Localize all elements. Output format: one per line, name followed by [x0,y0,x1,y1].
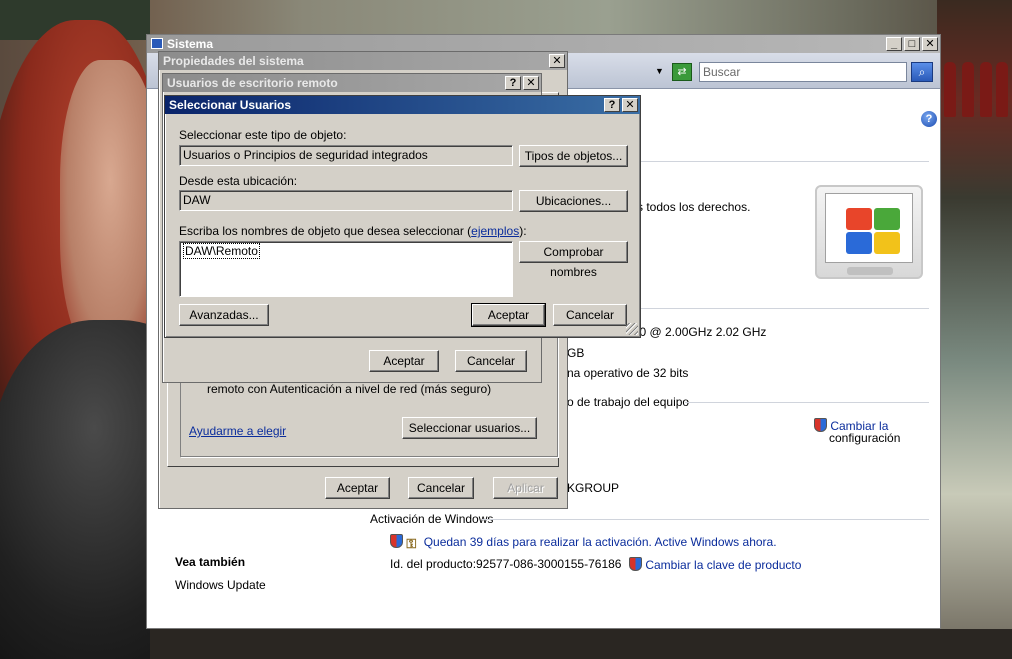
select-users-button[interactable]: Seleccionar usuarios... [402,417,537,439]
ok-button[interactable]: Aceptar [325,477,390,499]
close-button[interactable]: ✕ [523,76,539,90]
remote-desktop-users-title: Usuarios de escritorio remoto [167,76,338,90]
select-users-dialog: Seleccionar Usuarios ? ✕ Seleccionar est… [164,95,641,338]
search-input[interactable]: Buscar [699,62,907,82]
change-product-key-link[interactable]: Cambiar la clave de producto [629,557,801,572]
cancel-button[interactable]: Cancelar [455,350,527,372]
search-icon[interactable]: ⌕ [911,62,933,82]
help-me-choose-link[interactable]: Ayudarme a elegir [189,424,286,438]
ok-button[interactable]: Aceptar [369,350,439,372]
close-button[interactable]: ✕ [922,37,938,51]
divider [482,519,929,520]
system-type-text: na operativo de 32 bits [567,366,689,380]
select-users-titlebar[interactable]: Seleccionar Usuarios ? ✕ [165,96,640,114]
uac-shield-icon [629,557,642,571]
cancel-button[interactable]: Cancelar [408,477,474,499]
activation-link[interactable]: Quedan 39 días para realizar la activaci… [424,535,777,549]
resize-grip[interactable] [626,323,638,335]
product-id-label: Id. del producto: [390,557,477,571]
advanced-button[interactable]: Avanzadas... [179,304,269,326]
keys-icon: ⚿ [406,536,417,551]
divider [627,161,929,162]
windows-logo [815,185,923,279]
select-users-title: Seleccionar Usuarios [169,98,292,112]
activation-section-heading: Activación de Windows [370,512,494,526]
object-types-button[interactable]: Tipos de objetos... [519,145,628,167]
ok-button[interactable]: Aceptar [471,303,546,327]
background-floor [150,629,1012,659]
object-names-value: DAW\Remoto [183,243,260,259]
examples-link[interactable]: ejemplos [471,224,519,238]
close-button[interactable]: ✕ [622,98,638,112]
location-field: DAW [179,190,513,211]
product-id-value: 92577-086-3000155-76186 [476,557,622,571]
remote-desktop-users-titlebar[interactable]: Usuarios de escritorio remoto ? ✕ [163,74,541,92]
help-icon[interactable]: ? [921,111,937,127]
maximize-button[interactable]: □ [904,37,920,51]
address-dropdown-icon[interactable]: ▼ [655,66,664,76]
help-button[interactable]: ? [505,76,521,90]
refresh-icon[interactable]: ⇄ [672,63,692,81]
cancel-button[interactable]: Cancelar [553,304,627,326]
close-button[interactable]: ✕ [549,54,565,68]
object-type-label: Seleccionar este tipo de objeto: [179,128,347,142]
check-names-button[interactable]: Comprobar nombres [519,241,628,279]
windows-update-link[interactable]: Windows Update [175,578,266,592]
system-properties-title: Propiedades del sistema [163,54,304,68]
uac-shield-icon [814,418,827,432]
copyright-text: s todos los derechos. [637,200,751,214]
ram-text: GB [567,346,585,360]
system-icon [151,38,163,49]
activation-row[interactable]: ⚿ Quedan 39 días para realizar la activa… [390,534,777,551]
object-type-field: Usuarios o Principios de seguridad integ… [179,145,513,166]
nla-option-text: remoto con Autenticación a nivel de red … [207,382,492,396]
help-button[interactable]: ? [604,98,620,112]
minimize-button[interactable]: _ [886,37,902,51]
locations-button[interactable]: Ubicaciones... [519,190,628,212]
location-label: Desde esta ubicación: [179,174,298,188]
change-config-link-line2[interactable]: configuración [829,431,900,445]
object-names-label: Escriba los nombres de objeto que desea … [179,224,527,238]
object-names-textarea[interactable]: DAW\Remoto [179,241,513,297]
workgroup-section-heading: o de trabajo del equipo [567,395,690,409]
see-also-heading: Vea también [175,555,246,569]
divider [685,402,929,403]
workgroup-value: KGROUP [567,481,620,495]
security-shield-icon [390,534,403,548]
system-properties-titlebar[interactable]: Propiedades del sistema ✕ [159,52,567,70]
sistema-title: Sistema [167,37,214,51]
background-person-face [60,60,160,360]
apply-button[interactable]: Aplicar [493,477,558,499]
